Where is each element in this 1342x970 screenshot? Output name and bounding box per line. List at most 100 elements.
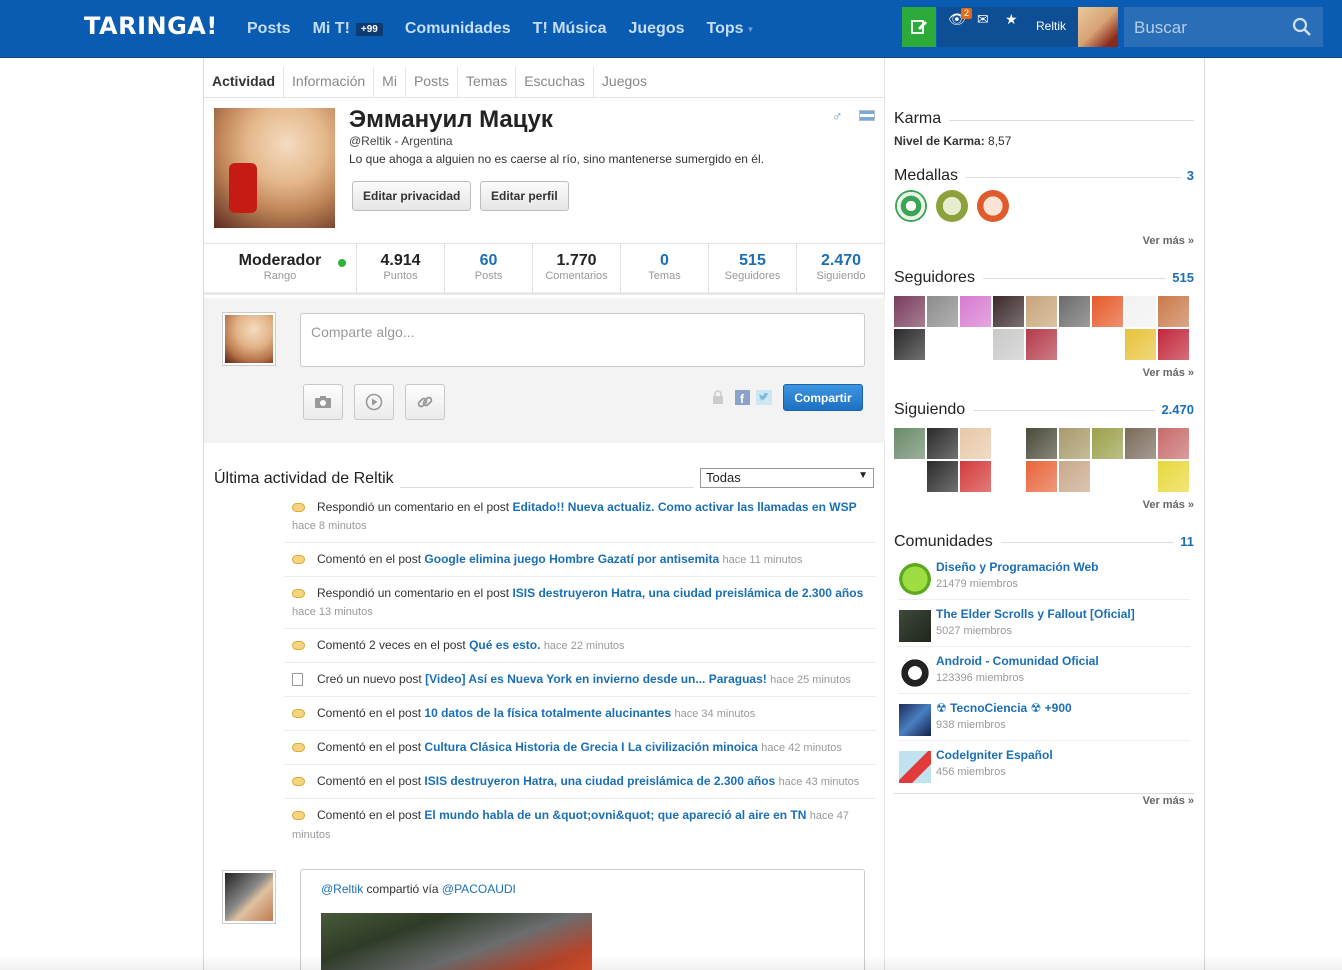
communities-count[interactable]: 11 [1174,534,1194,549]
share-button[interactable]: Compartir [783,384,863,411]
edit-privacy-button[interactable]: Editar privacidad [352,181,472,211]
nav-musica[interactable]: T! Música [533,20,607,38]
follower-avatar[interactable] [1158,296,1189,327]
following-avatar[interactable] [993,428,1024,459]
lock-icon[interactable] [712,390,724,404]
follower-avatar[interactable] [927,296,958,327]
twitter-icon[interactable] [756,390,772,405]
following-avatar[interactable] [894,428,925,459]
following-avatar[interactable] [1026,428,1057,459]
medals-more-link[interactable]: Ver más » [1143,235,1194,247]
shared-via-link[interactable]: @PACOAUDI [442,882,516,896]
community-name[interactable]: Android - Comunidad Oficial [936,654,1099,668]
video-button[interactable] [354,384,394,420]
follower-avatar[interactable] [1125,329,1156,360]
following-avatar[interactable] [1026,461,1057,492]
link-button[interactable] [405,384,445,420]
search-icon[interactable] [1292,17,1312,37]
activity-filter-select[interactable]: Todas ▼ [700,468,874,488]
community-item[interactable]: The Elder Scrolls y Fallout [Oficial] 50… [898,605,1190,647]
facebook-icon[interactable]: f [735,390,750,405]
follower-avatar[interactable] [894,296,925,327]
activity-link[interactable]: Google elimina juego Hombre Gazatí por a… [424,552,719,566]
search-input[interactable]: Buscar [1134,18,1187,38]
search-box[interactable]: Buscar [1124,7,1323,47]
tab-actividad[interactable]: Actividad [204,67,285,97]
following-avatar[interactable] [960,461,991,492]
activity-link[interactable]: Cultura Clásica Historia de Grecia I La … [424,740,757,754]
followers-more-link[interactable]: Ver más » [1143,367,1194,379]
stat-followers[interactable]: 515 Seguidores [709,244,797,293]
shared-post-avatar[interactable] [222,870,276,924]
follower-avatar[interactable] [894,329,925,360]
medals-count[interactable]: 3 [1180,168,1194,183]
following-avatar[interactable] [1158,461,1189,492]
activity-link[interactable]: Editado!! Nueva actualiz. Como activar l… [512,500,856,514]
following-avatar[interactable] [1158,428,1189,459]
activity-link[interactable]: ISIS destruyeron Hatra, una ciudad preis… [424,774,775,788]
share-input[interactable]: Comparte algo... [300,313,865,367]
following-avatar[interactable] [1125,428,1156,459]
community-name[interactable]: CodeIgniter Español [936,748,1053,762]
compose-button[interactable] [902,7,936,47]
community-item[interactable]: Android - Comunidad Oficial 123396 miemb… [898,652,1190,694]
tab-mi[interactable]: Mi [374,67,406,97]
user-avatar[interactable] [1078,7,1118,47]
eye-medal-icon[interactable] [895,190,927,222]
photo-button[interactable] [303,384,343,420]
activity-link[interactable]: [Video] Así es Nueva York en invierno de… [425,672,767,686]
following-avatar[interactable] [1059,428,1090,459]
follower-avatar[interactable] [1026,296,1057,327]
stat-following[interactable]: 2.470 Siguiendo [797,244,885,293]
profile-picture[interactable] [214,108,335,228]
follower-avatar[interactable] [1125,296,1156,327]
edit-profile-button[interactable]: Editar perfil [480,181,569,211]
following-avatar[interactable] [960,428,991,459]
follower-avatar[interactable] [960,296,991,327]
community-name[interactable]: ☢ TecnoCiencia ☢ +900 [936,701,1072,715]
activity-link[interactable]: El mundo habla de un &quot;ovni&quot; qu… [424,808,806,822]
nav-tops[interactable]: Tops ▼ [706,20,754,38]
nav-comunidades[interactable]: Comunidades [405,20,511,38]
shared-user-link[interactable]: @Reltik [321,882,363,896]
follower-avatar[interactable] [960,329,991,360]
followers-count[interactable]: 515 [1166,270,1194,285]
follower-avatar[interactable] [993,329,1024,360]
tab-temas[interactable]: Temas [458,67,517,97]
community-item[interactable]: Diseño y Programación Web 21479 miembros [898,558,1190,600]
follower-avatar[interactable] [1026,329,1057,360]
follower-avatar[interactable] [1059,296,1090,327]
community-name[interactable]: The Elder Scrolls y Fallout [Oficial] [936,607,1135,621]
nav-mi-t[interactable]: Mi T! +99 [313,20,383,38]
follower-avatar[interactable] [1092,329,1123,360]
activity-link[interactable]: ISIS destruyeron Hatra, una ciudad preis… [512,586,863,600]
following-avatar[interactable] [1059,461,1090,492]
follower-avatar[interactable] [927,329,958,360]
tab-informacion[interactable]: Información [284,67,375,97]
activity-link[interactable]: 10 datos de la física totalmente alucina… [424,706,671,720]
community-item[interactable]: CodeIgniter Español 456 miembros [898,746,1190,788]
nav-juegos[interactable]: Juegos [628,20,684,38]
stat-topics[interactable]: 0 Temas [621,244,709,293]
community-item[interactable]: ☢ TecnoCiencia ☢ +900 938 miembros [898,699,1190,741]
following-avatar[interactable] [1092,461,1123,492]
follower-avatar[interactable] [1158,329,1189,360]
activity-link[interactable]: Qué es esto. [469,638,540,652]
tab-juegos[interactable]: Juegos [594,67,655,97]
following-avatar[interactable] [927,428,958,459]
community-name[interactable]: Diseño y Programación Web [936,560,1099,574]
following-avatar[interactable] [927,461,958,492]
stat-posts[interactable]: 60 Posts [445,244,533,293]
following-count[interactable]: 2.470 [1155,402,1194,417]
communities-more-link[interactable]: Ver más » [1143,795,1194,807]
following-avatar[interactable] [1092,428,1123,459]
nav-posts[interactable]: Posts [247,20,291,38]
following-avatar[interactable] [894,461,925,492]
following-avatar[interactable] [993,461,1024,492]
smile-medal-icon[interactable] [977,190,1009,222]
username[interactable]: Reltik [1036,19,1066,33]
following-avatar[interactable] [1125,461,1156,492]
trophy-medal-icon[interactable] [936,190,968,222]
star-icon[interactable]: ★ [1005,11,1018,28]
following-more-link[interactable]: Ver más » [1143,499,1194,511]
